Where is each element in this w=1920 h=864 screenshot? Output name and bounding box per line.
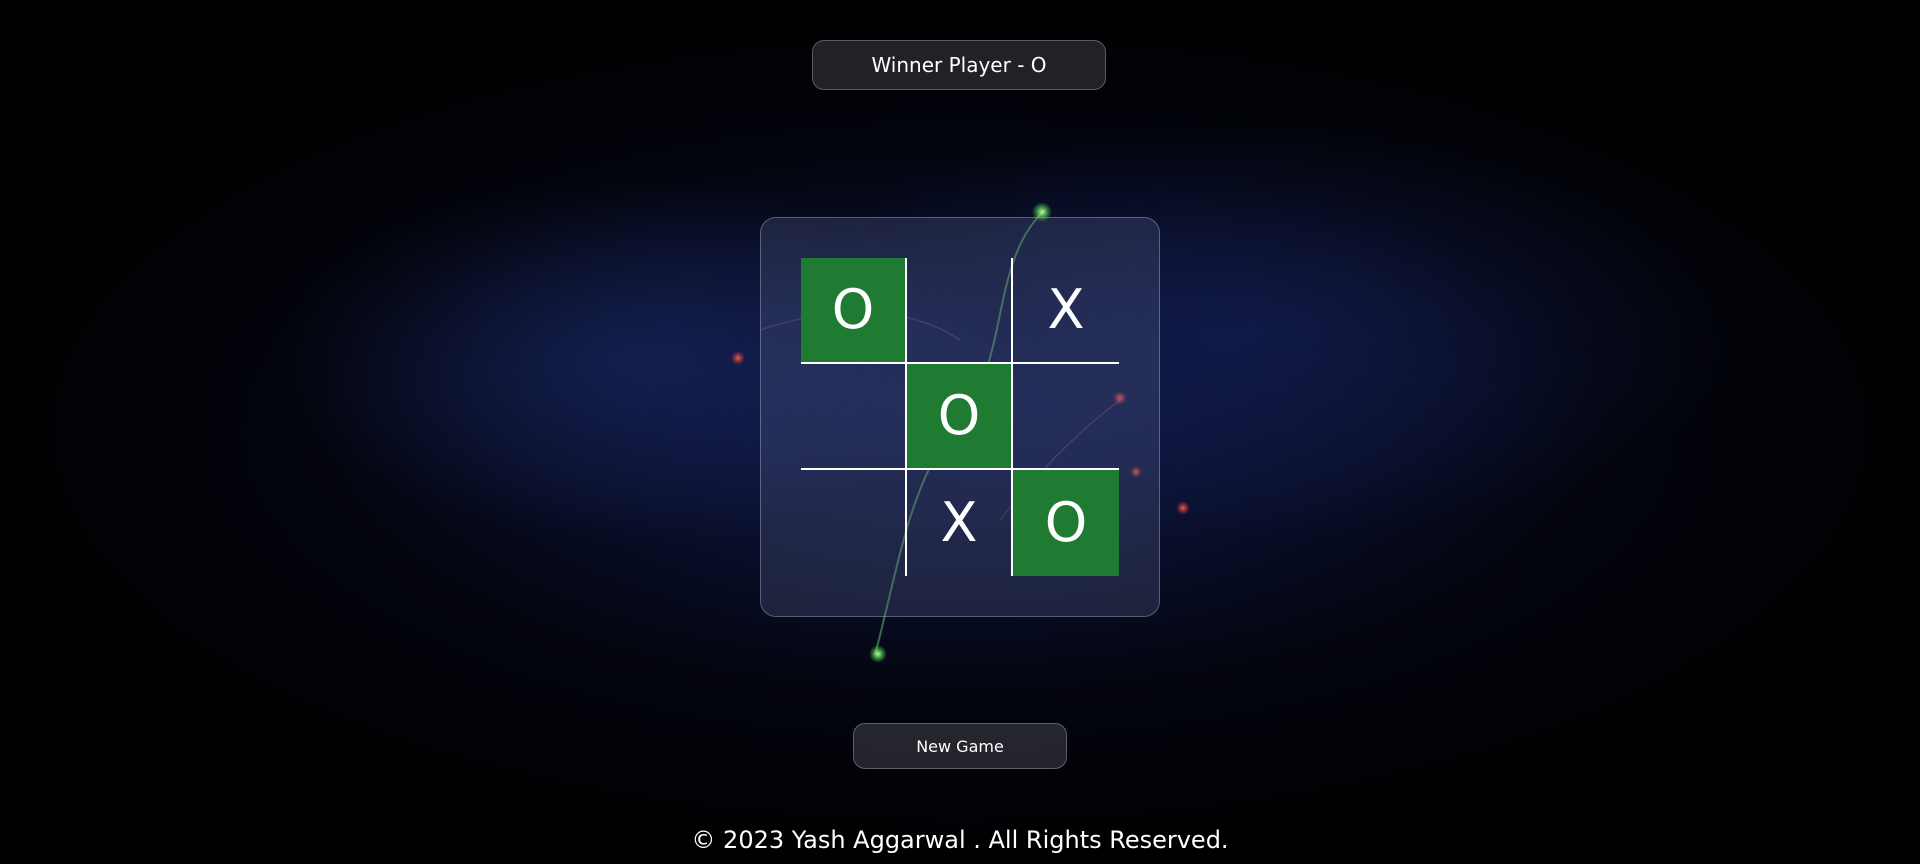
game-status: Winner Player - O [812,40,1106,90]
board-cell[interactable]: O [801,258,907,364]
status-text: Winner Player - O [871,53,1047,77]
board-cell[interactable]: X [1013,258,1119,364]
game-board-panel: O X O X O [760,217,1160,617]
tic-tac-toe-grid: O X O X O [801,258,1121,578]
board-cell[interactable] [907,258,1013,364]
board-cell[interactable]: O [1013,470,1119,576]
star-glow [869,645,887,663]
board-cell[interactable] [1013,364,1119,470]
board-cell[interactable]: X [907,470,1013,576]
footer-copyright: © 2023 Yash Aggarwal . All Rights Reserv… [691,826,1229,854]
new-game-button[interactable]: New Game [853,723,1067,769]
star-glow [731,351,745,365]
board-cell[interactable]: O [907,364,1013,470]
board-cell[interactable] [801,364,907,470]
star-glow [1176,501,1190,515]
game-screen: Winner Player - O O X O X O New Game © 2… [0,0,1920,864]
board-cell[interactable] [801,470,907,576]
